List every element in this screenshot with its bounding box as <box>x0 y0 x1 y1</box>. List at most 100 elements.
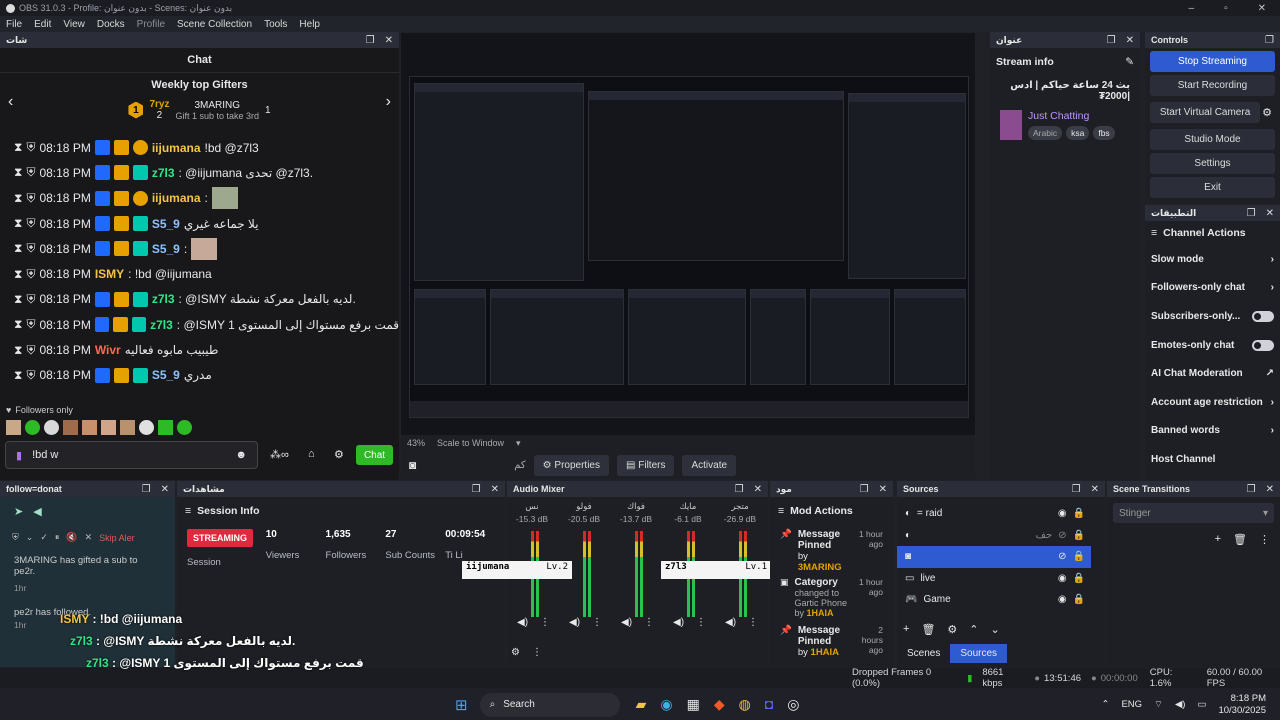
lock-icon[interactable]: 🔒 <box>1073 573 1085 584</box>
tab-scenes[interactable]: Scenes <box>897 644 950 663</box>
settings-button[interactable]: Settings <box>1150 153 1275 174</box>
close-dock-icon[interactable]: ✕ <box>1266 484 1274 495</box>
send-icon[interactable]: ➤ <box>14 505 23 518</box>
menu-help[interactable]: Help <box>299 19 320 30</box>
undock-icon[interactable]: ❐ <box>735 484 744 495</box>
menu-view[interactable]: View <box>63 19 85 30</box>
transition-menu-icon[interactable]: ⋮ <box>1259 533 1270 546</box>
lock-icon[interactable]: 🔒 <box>1073 551 1085 562</box>
slow-mode-item[interactable]: Slow mode › <box>1145 245 1280 274</box>
speaker-icon[interactable]: ◀) <box>517 617 528 628</box>
battery-icon[interactable]: ▭ <box>1197 699 1206 710</box>
move-up-icon[interactable]: ⌃ <box>969 623 978 636</box>
maximize-icon[interactable]: ▫ <box>1224 3 1228 14</box>
hourglass-icon[interactable]: ⧗ <box>14 292 22 307</box>
lock-icon[interactable]: 🔒 <box>1073 530 1085 541</box>
chat-message[interactable]: ⧗ ⛨ 08:18 PM S5_9 : <box>0 236 399 261</box>
close-dock-icon[interactable]: ✕ <box>1126 35 1134 46</box>
mixer-settings-icon[interactable]: ⚙ <box>511 647 520 658</box>
shield-icon[interactable]: ⛨ <box>26 292 35 307</box>
emote-icon[interactable] <box>82 420 97 435</box>
more-options-icon[interactable]: ⋮ <box>696 617 706 628</box>
tab-sources[interactable]: Sources <box>950 644 1008 663</box>
mixer-menu-icon[interactable]: ⋮ <box>532 647 542 658</box>
category-name[interactable]: Just Chatting <box>1028 110 1115 122</box>
close-dock-icon[interactable]: ✕ <box>1091 484 1099 495</box>
chat-message[interactable]: ⧗ ⛨ 08:18 PM z7l3 : @iijumana تحدى @z7l3. <box>0 160 399 185</box>
brave-icon[interactable]: ◆ <box>714 696 725 713</box>
source-item-selected[interactable]: ◙ ⊘ 🔒 <box>897 546 1091 568</box>
prev-arrow-icon[interactable]: ‹ <box>8 93 13 111</box>
undock-icon[interactable]: ❐ <box>1107 35 1116 46</box>
skip-alert-button[interactable]: Skip Aler <box>99 533 135 543</box>
message-user[interactable]: Wivr <box>95 343 121 357</box>
emote-icon[interactable] <box>177 420 192 435</box>
eye-icon[interactable]: ◉ <box>1058 508 1067 519</box>
remove-source-icon[interactable]: 🗑 <box>921 623 935 636</box>
source-item[interactable]: ▭ live ◉ 🔒 <box>897 568 1105 590</box>
tray-chevron-icon[interactable]: ⌃ <box>1101 699 1109 710</box>
chevron-down-icon[interactable]: ⌄ <box>26 532 34 543</box>
start-recording-button[interactable]: Start Recording <box>1150 75 1275 96</box>
emote-icon[interactable] <box>6 420 21 435</box>
mic-icon[interactable]: ▮ <box>16 449 22 462</box>
shield-icon[interactable]: ⛨ <box>26 317 35 332</box>
source-item[interactable]: ◐ = raid ◉ 🔒 <box>897 503 1105 525</box>
undock-icon[interactable]: ❐ <box>1072 484 1081 495</box>
undock-icon[interactable]: ❐ <box>860 484 869 495</box>
lock-icon[interactable]: 🔒 <box>1073 594 1085 605</box>
shield-icon[interactable]: ⛨ <box>26 191 35 206</box>
settings-gear-icon[interactable]: ⚙ <box>334 448 344 461</box>
more-options-icon[interactable]: ⋮ <box>540 617 550 628</box>
tag-pill[interactable]: ksa <box>1066 126 1090 140</box>
message-user[interactable]: S5_9 <box>152 368 180 382</box>
emotes-only-toggle[interactable] <box>1252 339 1274 351</box>
undock-icon[interactable]: ❐ <box>142 484 151 495</box>
tag-pill[interactable]: fbs <box>1093 126 1115 140</box>
message-user[interactable]: iijumana <box>152 191 201 205</box>
properties-button[interactable]: ⚙ Properties <box>533 454 609 476</box>
preview-canvas[interactable] <box>409 76 969 418</box>
chat-message[interactable]: ⧗ ⛨ 08:18 PM ISMY : !bd @iijumana <box>0 261 399 286</box>
chat-message[interactable]: ⧗ ⛨ 08:18 PM iijumana !bd @z7l3 <box>0 135 399 160</box>
shield-icon[interactable]: ⛨ <box>12 532 19 543</box>
move-down-icon[interactable]: ⌄ <box>991 623 1000 636</box>
transition-select[interactable]: Stinger ▾ <box>1113 503 1274 523</box>
undock-icon[interactable]: ❐ <box>1247 484 1256 495</box>
studio-mode-button[interactable]: Studio Mode <box>1150 129 1275 150</box>
undock-icon[interactable]: ❐ <box>366 35 375 46</box>
source-settings-icon[interactable]: ⚙ <box>947 623 957 636</box>
edit-pencil-icon[interactable]: ✎ <box>1125 56 1134 68</box>
eye-icon[interactable]: ◉ <box>1058 573 1067 584</box>
account-age-item[interactable]: Account age restriction › <box>1145 388 1280 417</box>
message-user[interactable]: z7l3 <box>152 292 175 306</box>
close-dock-icon[interactable]: ✕ <box>491 484 499 495</box>
host-channel-item[interactable]: Host Channel <box>1145 445 1280 474</box>
chat-message[interactable]: ⧗ ⛨ 08:18 PM S5_9 يلا جماعه غيري <box>0 211 399 236</box>
bits-icon[interactable]: ⁂∞ <box>270 448 289 461</box>
emote-icon[interactable] <box>25 420 40 435</box>
hourglass-icon[interactable]: ⧗ <box>14 343 22 358</box>
message-user[interactable]: iijumana <box>152 141 201 155</box>
undock-icon[interactable]: ❐ <box>1247 208 1256 219</box>
obs-taskbar-icon[interactable]: ◎ <box>787 696 799 713</box>
hourglass-icon[interactable]: ⧗ <box>14 317 22 332</box>
minimize-icon[interactable]: – <box>1189 3 1195 14</box>
shield-icon[interactable]: ⛨ <box>26 241 35 256</box>
subscribers-only-toggle[interactable] <box>1252 310 1274 322</box>
hourglass-icon[interactable]: ⧗ <box>14 165 22 180</box>
store-icon[interactable]: ⌂ <box>308 448 315 460</box>
next-arrow-icon[interactable]: › <box>386 93 391 111</box>
start-icon[interactable]: ⊞ <box>455 696 468 714</box>
exit-button[interactable]: Exit <box>1150 177 1275 198</box>
eye-hidden-icon[interactable]: ⊘ <box>1058 551 1066 562</box>
emote-icon[interactable] <box>120 420 135 435</box>
start-virtual-camera-button[interactable]: Start Virtual Camera <box>1150 102 1261 123</box>
shield-icon[interactable]: ⛨ <box>26 140 35 155</box>
hourglass-icon[interactable]: ⧗ <box>14 368 22 383</box>
program-preview[interactable] <box>401 33 975 435</box>
close-dock-icon[interactable]: ✕ <box>754 484 762 495</box>
undock-icon[interactable]: ❐ <box>1265 35 1274 46</box>
speaker-icon[interactable]: ◀) <box>673 617 684 628</box>
close-dock-icon[interactable]: ✕ <box>385 35 393 46</box>
